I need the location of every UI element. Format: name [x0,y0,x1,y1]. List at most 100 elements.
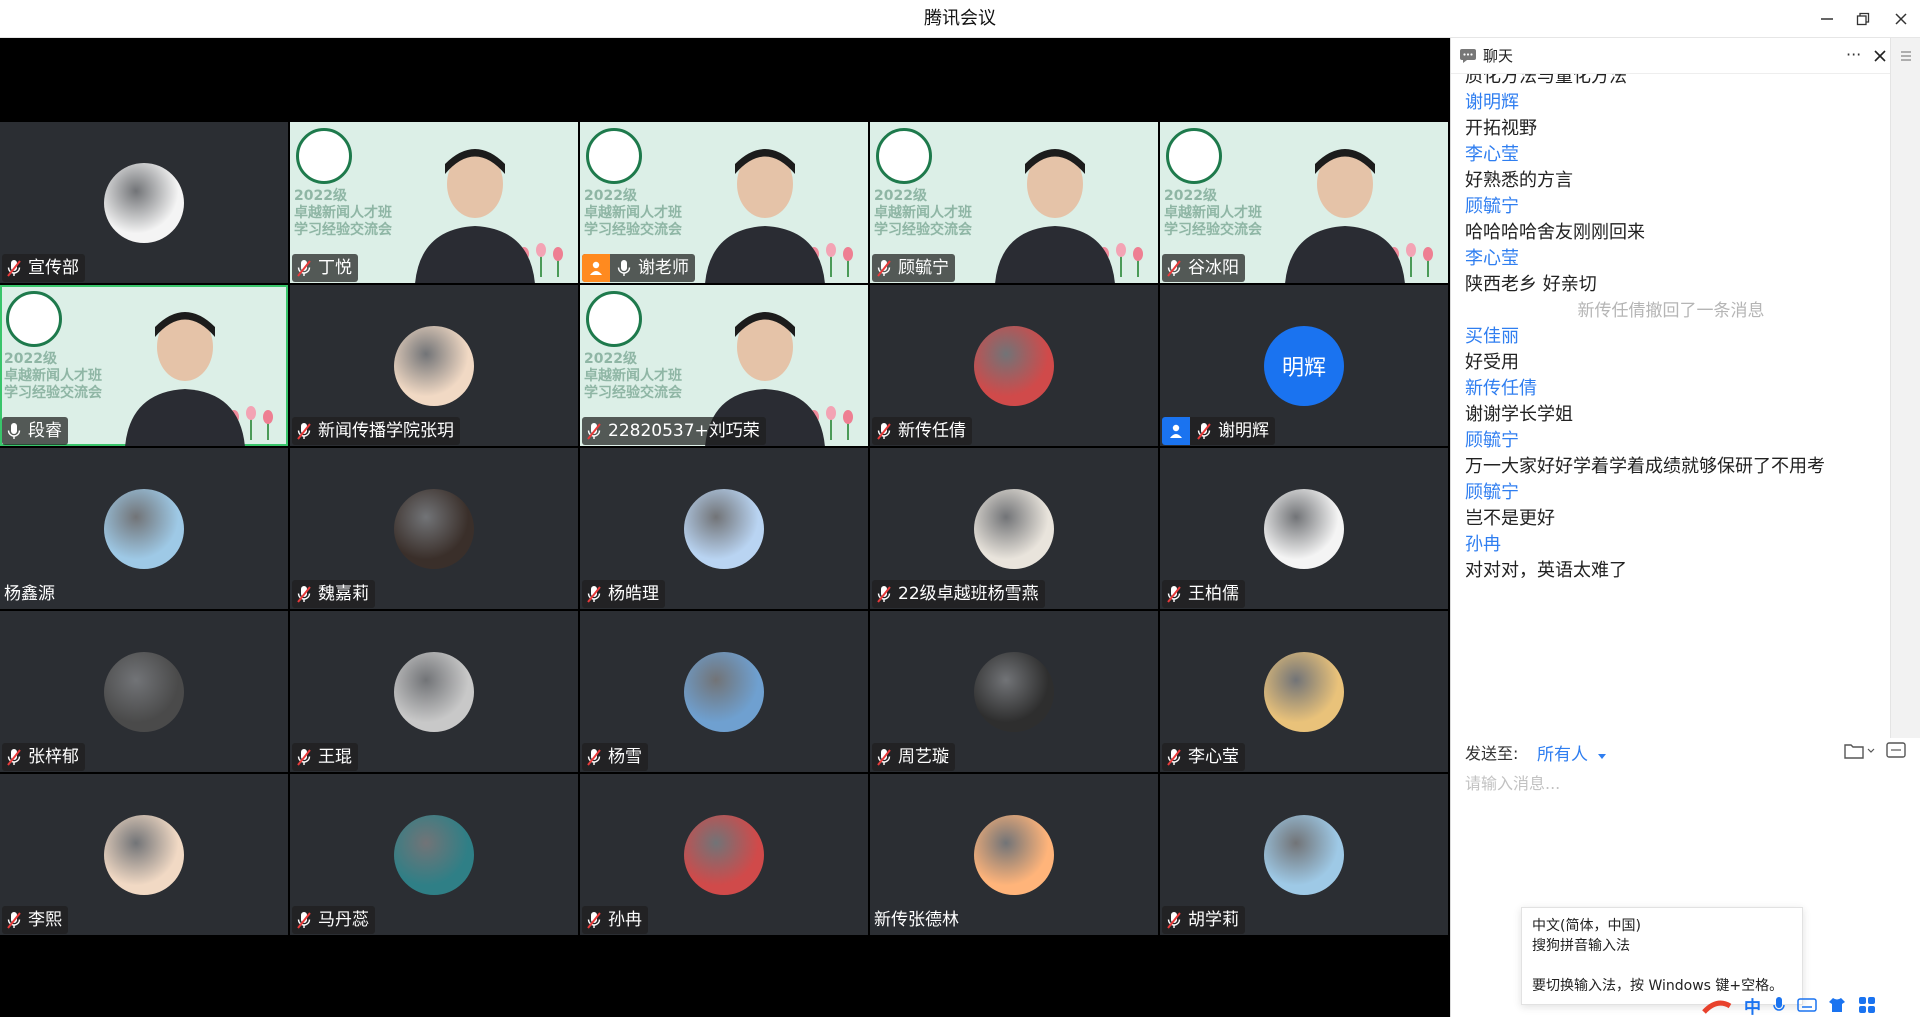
send-to-label: 发送至: [1465,744,1519,763]
chat-close-icon[interactable] [1873,49,1887,63]
participant-name: 李熙 [28,910,62,930]
mic-muted-icon [7,912,21,929]
avatar [394,488,474,569]
skin-icon[interactable] [1827,996,1847,1014]
mic-muted-icon [587,749,601,766]
participant-name: 孙冉 [608,910,642,930]
participant-tile[interactable]: 新传张德林 [870,774,1158,935]
participant-tile[interactable]: 杨雪 [580,611,868,772]
participant-tile[interactable]: 孙冉 [580,774,868,935]
chat-message-list[interactable]: 质化方法与量化方法 谢明辉 开拓视野 李心莹 好熟悉的方言 顾毓宁 哈哈哈哈舍友刚刚回来 李心… [1451,74,1891,764]
participant-tile[interactable]: 明辉 谢明辉 [1160,285,1448,446]
title-bar: 腾讯会议 [0,0,1920,38]
banner-line: 卓越新闻人才班 [584,205,682,221]
microphone-icon[interactable] [1771,995,1787,1015]
avatar [104,162,184,243]
mic-muted-icon [297,586,311,603]
participant-tile[interactable]: 张梓郁 [0,611,288,772]
participant-tile[interactable]: 新闻传播学院张玥 [290,285,578,446]
participant-tile[interactable]: 王柏儒 [1160,448,1448,609]
participant-name-tag: 谢明辉 [1162,417,1275,445]
host-badge-icon [582,254,610,282]
chat-side-tab[interactable] [1890,38,1920,738]
participant-tile[interactable]: 李心莹 [1160,611,1448,772]
avatar [104,488,184,569]
participant-tile[interactable]: 22级卓越班杨雪燕 [870,448,1158,609]
chat-message: 哈哈哈哈舍友刚刚回来 [1465,222,1645,243]
participant-name: 丁悦 [318,258,352,278]
send-to-dropdown[interactable]: 所有人 [1537,740,1607,765]
sogou-logo-icon[interactable] [1700,994,1734,1016]
avatar [974,488,1054,569]
more-options-button[interactable]: ··· [1846,45,1861,64]
participant-tile[interactable]: 2022级 卓越新闻人才班 学习经验交流会 丁悦 [290,122,578,283]
mic-muted-icon [587,912,601,929]
participant-tile[interactable]: 2022级 卓越新闻人才班 学习经验交流会 谢老师 [580,122,868,283]
folder-icon[interactable] [1843,740,1865,760]
participant-name-tag: 王柏儒 [1162,580,1245,608]
close-icon [1895,13,1907,25]
participant-tile[interactable]: 魏嘉莉 [290,448,578,609]
participant-name-tag: 魏嘉莉 [292,580,375,608]
banner-line: 卓越新闻人才班 [294,205,392,221]
mic-muted-icon [297,912,311,929]
ime-mode-toggle[interactable]: 中 [1744,993,1761,1017]
chat-message: 万一大家好好学着学着成绩就够保研了不用考 [1465,456,1825,477]
window-title: 腾讯会议 [924,8,996,29]
chat-message: 谢谢学长学姐 [1465,404,1573,425]
chat-panel: 聊天 ··· 质化方法与量化方法 谢明辉 开拓视野 李心莹 好熟悉的方言 顾毓宁 哈哈哈哈舍… [1450,38,1920,1017]
chat-sender-name[interactable]: 顾毓宁 [1465,426,1519,452]
chat-sender-name[interactable]: 李心莹 [1465,244,1519,270]
participant-tile[interactable]: 杨皓理 [580,448,868,609]
event-banner: 2022级 卓越新闻人才班 学习经验交流会 [584,351,704,402]
participant-tile[interactable]: 2022级 卓越新闻人才班 学习经验交流会 22820537+刘巧荣 [580,285,868,446]
mic-muted-icon [1167,260,1181,277]
chat-sender-name[interactable]: 孙冉 [1465,530,1501,556]
toolbox-icon[interactable] [1857,995,1877,1015]
chat-sender-name[interactable]: 新传任倩 [1465,374,1537,400]
close-button[interactable] [1878,0,1920,38]
participant-tile[interactable]: 胡学莉 [1160,774,1448,935]
participant-tile[interactable]: 李熙 [0,774,288,935]
participant-name: 胡学莉 [1188,910,1239,930]
banner-line: 2022级 [584,351,637,367]
participant-tile[interactable]: 王琨 [290,611,578,772]
participant-tile[interactable]: 2022级 卓越新闻人才班 学习经验交流会 段睿 [0,285,288,446]
participant-name-tag: 胡学莉 [1162,906,1245,934]
mic-muted-icon [297,749,311,766]
chat-sender-name[interactable]: 李心莹 [1465,140,1519,166]
participant-tile[interactable]: 2022级 卓越新闻人才班 学习经验交流会 谷冰阳 [1160,122,1448,283]
participant-tile[interactable]: 2022级 卓越新闻人才班 学习经验交流会 顾毓宁 [870,122,1158,283]
participant-name-tag: 张梓郁 [2,743,85,771]
participant-tile[interactable]: 杨鑫源 [0,448,288,609]
mic-muted-icon [877,423,891,440]
chat-sender-name[interactable]: 顾毓宁 [1465,192,1519,218]
participant-name: 杨雪 [608,747,642,767]
chat-message: 好受用 [1465,352,1519,373]
chat-sender-name[interactable]: 顾毓宁 [1465,478,1519,504]
participant-tile[interactable]: 宣传部 [0,122,288,283]
mic-muted-icon [7,749,21,766]
keyboard-icon[interactable] [1797,997,1817,1013]
message-input[interactable]: 请输入消息... [1465,770,1560,794]
chat-message: 对对对，英语太难了 [1465,560,1627,581]
participant-tile[interactable]: 马丹蕊 [290,774,578,935]
chat-sender-name[interactable]: 买佳丽 [1465,322,1519,348]
chat-sender-name[interactable]: 谢明辉 [1465,88,1519,114]
mic-muted-icon [587,423,601,440]
mic-muted-icon [877,586,891,603]
menu-icon [1901,51,1911,61]
announcement-icon[interactable] [1885,740,1907,760]
participant-name-tag: 宣传部 [2,254,85,282]
participant-tile[interactable]: 周艺璇 [870,611,1158,772]
cohost-badge-icon [1162,417,1190,445]
participant-name: 周艺璇 [898,747,949,767]
participant-name: 新传任倩 [898,421,966,441]
banner-line: 卓越新闻人才班 [4,368,102,384]
participant-name: 22级卓越班杨雪燕 [898,584,1039,604]
banner-line: 2022级 [294,188,347,204]
event-banner: 2022级 卓越新闻人才班 学习经验交流会 [584,188,704,239]
participant-name-tag: 新传任倩 [872,417,972,445]
chevron-down-icon[interactable] [1867,748,1875,754]
participant-tile[interactable]: 新传任倩 [870,285,1158,446]
